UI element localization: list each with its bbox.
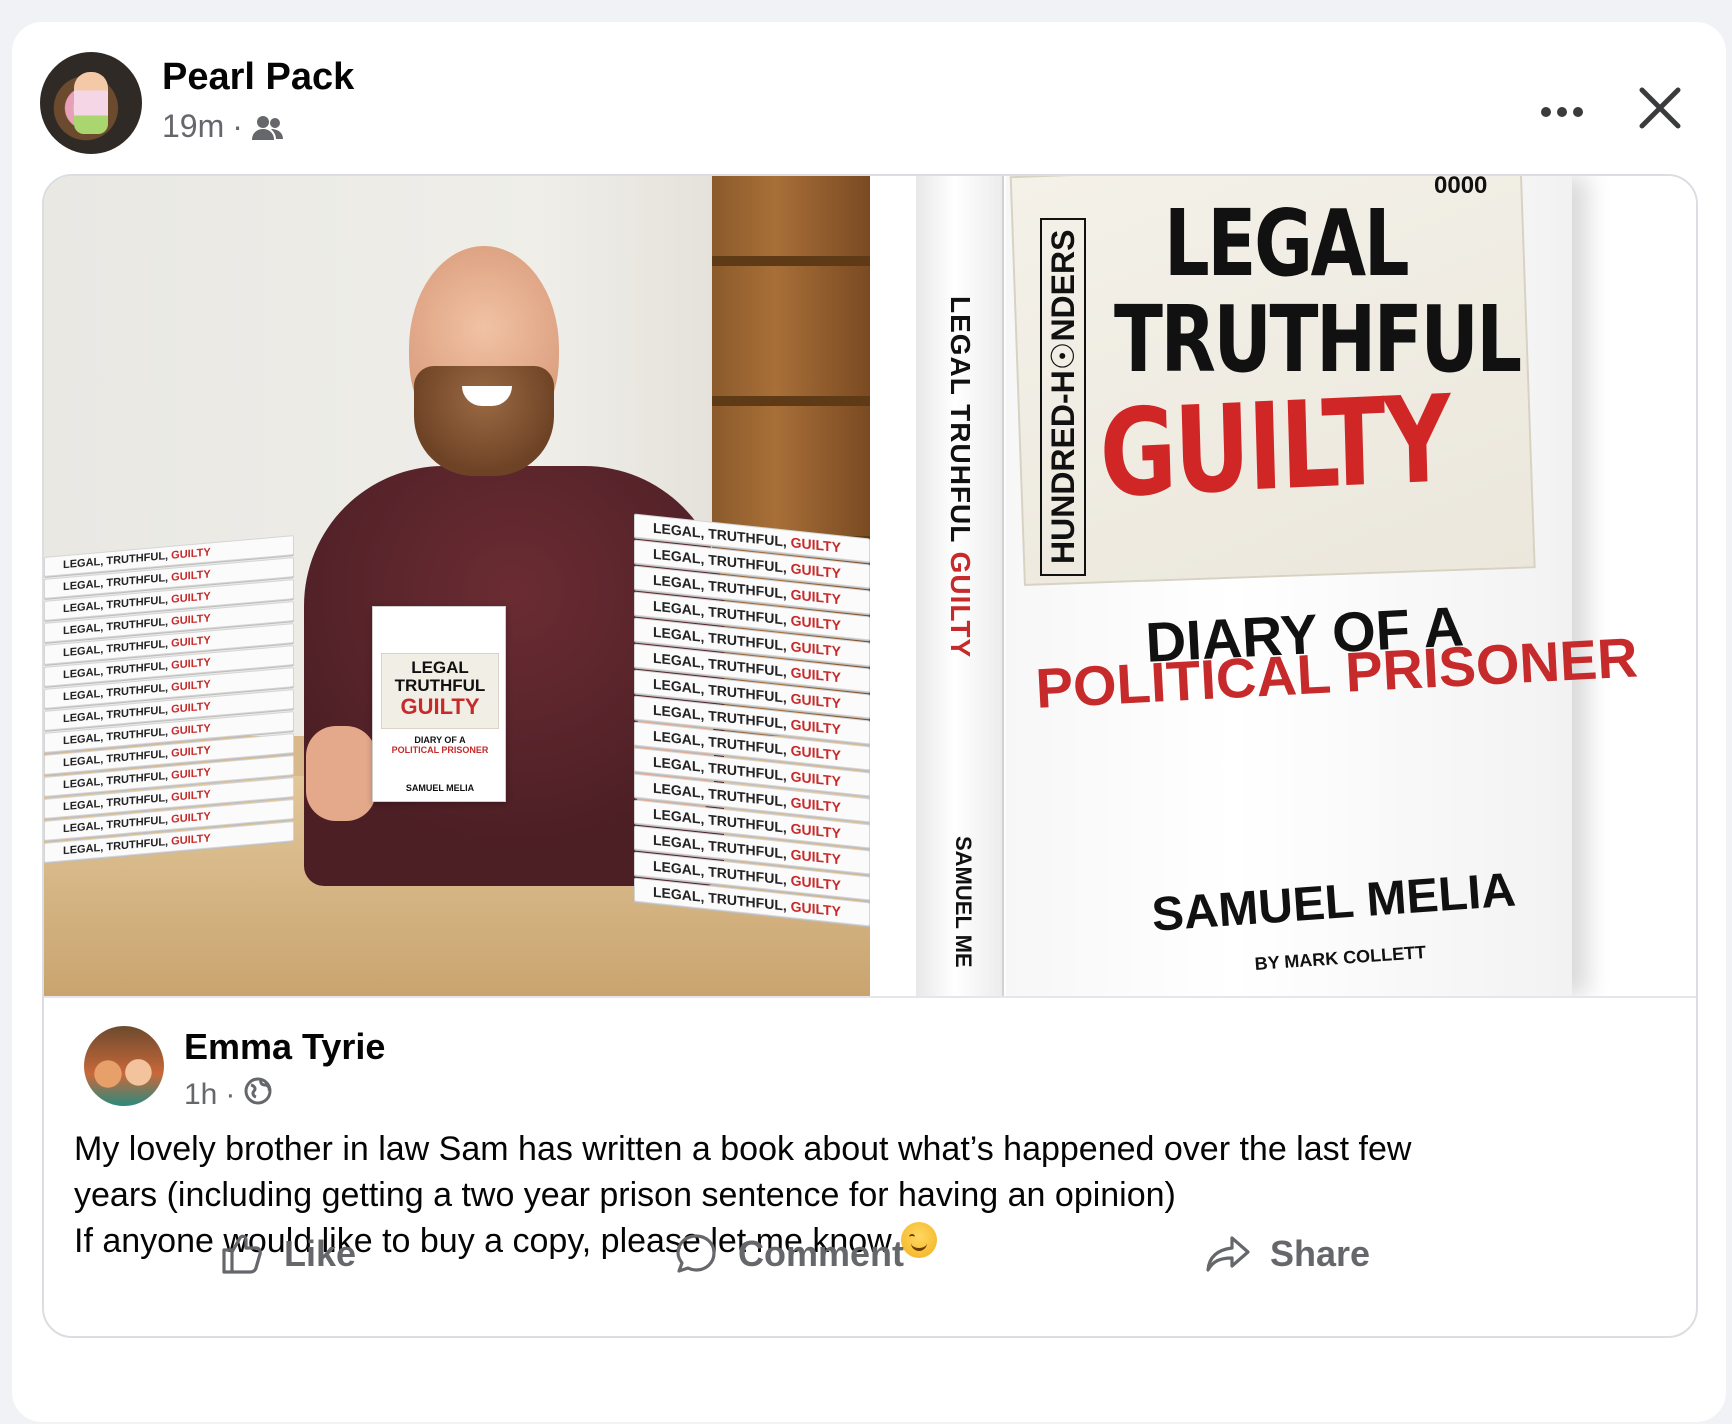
- post-time[interactable]: 19m: [162, 108, 224, 145]
- shared-post-meta: 1h ·: [184, 1076, 273, 1114]
- shared-post[interactable]: LEGAL, TRUTHFUL, GUILTY LEGAL, TRUTHFUL,…: [42, 174, 1698, 1338]
- book-cover-photo[interactable]: LEGAL TRUHFUL GUILTY SAMUEL ME HUNDRED-H…: [874, 176, 1696, 996]
- like-icon: [222, 1234, 262, 1274]
- comment-label: Comment: [738, 1233, 905, 1274]
- held-book: LEGAL TRUTHFUL GUILTY DIARY OF A POLITIC…: [372, 606, 506, 802]
- action-bar: Like Comment Share: [12, 1212, 1726, 1292]
- shared-author-name[interactable]: Emma Tyrie: [184, 1026, 385, 1068]
- author-with-books-photo[interactable]: LEGAL, TRUTHFUL, GUILTY LEGAL, TRUTHFUL,…: [44, 176, 870, 996]
- cover-code: 0000: [1434, 176, 1488, 199]
- shared-author-avatar[interactable]: [84, 1026, 164, 1106]
- poster-avatar[interactable]: [40, 52, 142, 154]
- friends-icon[interactable]: [251, 113, 285, 141]
- post-text-line: My lovely brother in law Sam has written…: [74, 1130, 1412, 1168]
- globe-icon[interactable]: [243, 1076, 273, 1114]
- spine-author: SAMUEL ME: [951, 836, 976, 968]
- poster-name[interactable]: Pearl Pack: [162, 56, 354, 99]
- cover-title-guilty: GUILTY: [1098, 370, 1451, 525]
- publisher-logo: HUNDRED-H☉NDERS: [1040, 217, 1086, 576]
- comment-button[interactable]: Comment: [672, 1222, 904, 1286]
- close-icon[interactable]: [1624, 72, 1696, 144]
- spine-title: LEGAL TRUHFUL GUILTY: [945, 296, 976, 659]
- share-button[interactable]: Share: [1204, 1222, 1370, 1286]
- more-options-icon[interactable]: [1532, 92, 1592, 132]
- cover-title-legal: LEGAL: [1164, 190, 1410, 297]
- meta-separator: ·: [232, 108, 243, 144]
- shared-post-time[interactable]: 1h: [184, 1078, 217, 1112]
- book-stack-right: LEGAL, TRUTHFUL, GUILTY LEGAL, TRUTHFUL,…: [634, 513, 870, 929]
- like-button[interactable]: Like: [218, 1222, 356, 1286]
- post-card: Pearl Pack 19m · LEGAL, TRUTHFUL, GUILTY…: [12, 22, 1726, 1422]
- book-stack-left: LEGAL, TRUTHFUL, GUILTY LEGAL, TRUTHFUL,…: [44, 535, 294, 865]
- like-label: Like: [284, 1233, 357, 1274]
- share-label: Share: [1270, 1233, 1371, 1274]
- meta-separator: ·: [225, 1078, 236, 1111]
- poster-meta: 19m ·: [162, 108, 285, 145]
- share-icon: [1206, 1236, 1250, 1272]
- comment-icon: [676, 1234, 716, 1273]
